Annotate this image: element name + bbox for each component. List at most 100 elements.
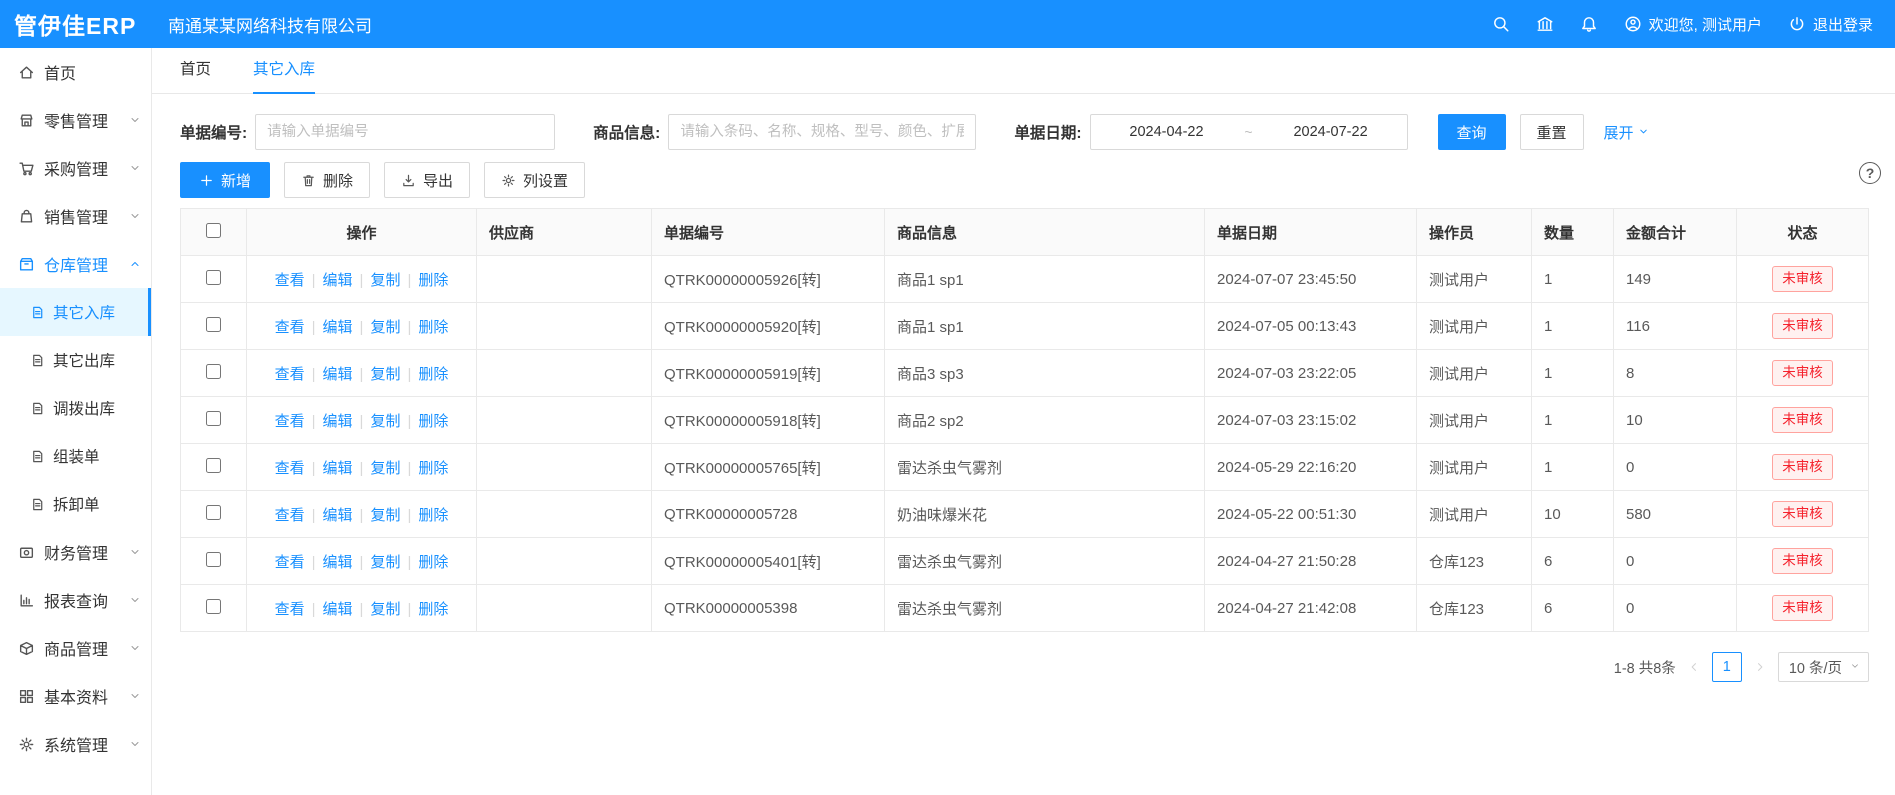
row-checkbox[interactable] (206, 552, 221, 567)
current-page-button[interactable]: 1 (1712, 652, 1742, 682)
logout-button[interactable]: 退出登录 (1788, 14, 1873, 35)
table-row: 查看|编辑|复制|删除QTRK00000005765[转]雷达杀虫气雾剂2024… (181, 444, 1869, 491)
action-edit-link[interactable]: 编辑 (323, 601, 353, 618)
chevron-down-icon (1638, 124, 1649, 141)
column-header: 单据日期 (1205, 209, 1417, 256)
add-button[interactable]: 新增 (180, 162, 270, 198)
sidebar-subitem-transfer-out[interactable]: 调拨出库 (0, 384, 151, 432)
date-range-picker[interactable]: ~ (1090, 114, 1408, 150)
doc-icon (30, 497, 45, 512)
action-delete-link[interactable]: 删除 (418, 319, 448, 336)
cell-status: 未审核 (1737, 444, 1869, 491)
sidebar-item-sales[interactable]: 销售管理 (0, 192, 151, 240)
action-edit-link[interactable]: 编辑 (323, 507, 353, 524)
action-copy-link[interactable]: 复制 (370, 319, 400, 336)
action-delete-link[interactable]: 删除 (418, 413, 448, 430)
action-delete-link[interactable]: 删除 (418, 366, 448, 383)
sidebar-item-retail[interactable]: 零售管理 (0, 96, 151, 144)
doc-icon (30, 305, 45, 320)
export-button[interactable]: 导出 (384, 162, 470, 198)
search-button[interactable]: 查询 (1438, 114, 1506, 150)
action-edit-link[interactable]: 编辑 (323, 272, 353, 289)
sidebar-item-home[interactable]: 首页 (0, 48, 151, 96)
row-checkbox[interactable] (206, 364, 221, 379)
sidebar-item-purchase[interactable]: 采购管理 (0, 144, 151, 192)
action-view-link[interactable]: 查看 (275, 272, 305, 289)
row-select-cell (181, 397, 247, 444)
sidebar-item-report[interactable]: 报表查询 (0, 576, 151, 624)
product-info-input[interactable] (668, 114, 976, 150)
action-view-link[interactable]: 查看 (275, 554, 305, 571)
cell-supplier (477, 491, 652, 538)
sidebar-item-goods[interactable]: 商品管理 (0, 624, 151, 672)
action-copy-link[interactable]: 复制 (370, 413, 400, 430)
bank-button[interactable] (1536, 15, 1554, 33)
action-view-link[interactable]: 查看 (275, 507, 305, 524)
action-view-link[interactable]: 查看 (275, 413, 305, 430)
date-from-input[interactable] (1091, 124, 1243, 140)
action-delete-link[interactable]: 删除 (418, 460, 448, 477)
next-page-button[interactable] (1754, 661, 1766, 673)
search-button[interactable] (1492, 15, 1510, 33)
action-edit-link[interactable]: 编辑 (323, 413, 353, 430)
sidebar-item-warehouse[interactable]: 仓库管理 (0, 240, 151, 288)
row-checkbox[interactable] (206, 599, 221, 614)
sidebar-item-label: 系统管理 (44, 732, 108, 756)
sidebar-item-finance[interactable]: 财务管理 (0, 528, 151, 576)
action-edit-link[interactable]: 编辑 (323, 366, 353, 383)
row-checkbox[interactable] (206, 270, 221, 285)
tab-other-in[interactable]: 其它入库 (253, 48, 315, 94)
bell-button[interactable] (1580, 15, 1598, 33)
row-checkbox[interactable] (206, 505, 221, 520)
sidebar-item-basic[interactable]: 基本资料 (0, 672, 151, 720)
action-copy-link[interactable]: 复制 (370, 366, 400, 383)
row-checkbox[interactable] (206, 458, 221, 473)
report-icon (18, 592, 35, 609)
column-settings-button[interactable]: 列设置 (484, 162, 585, 198)
action-delete-link[interactable]: 删除 (418, 507, 448, 524)
prev-page-button[interactable] (1688, 661, 1700, 673)
action-view-link[interactable]: 查看 (275, 460, 305, 477)
gear-icon (501, 173, 516, 188)
welcome-user[interactable]: 欢迎您, 测试用户 (1624, 14, 1762, 35)
sidebar-subitem-label: 调拨出库 (53, 397, 115, 419)
action-copy-link[interactable]: 复制 (370, 507, 400, 524)
delete-button[interactable]: 删除 (284, 162, 370, 198)
help-icon[interactable]: ? (1859, 162, 1881, 184)
action-delete-link[interactable]: 删除 (418, 554, 448, 571)
action-view-link[interactable]: 查看 (275, 601, 305, 618)
expand-link[interactable]: 展开 (1604, 122, 1649, 143)
sidebar-subitem-assembly[interactable]: 组装单 (0, 432, 151, 480)
action-copy-link[interactable]: 复制 (370, 554, 400, 571)
action-edit-link[interactable]: 编辑 (323, 554, 353, 571)
action-edit-link[interactable]: 编辑 (323, 319, 353, 336)
export-icon (401, 173, 416, 188)
order-no-input[interactable] (255, 114, 555, 150)
cell-amount: 0 (1614, 585, 1737, 632)
row-checkbox[interactable] (206, 317, 221, 332)
action-view-link[interactable]: 查看 (275, 366, 305, 383)
sidebar-subitem-other-in[interactable]: 其它入库 (0, 288, 151, 336)
tab-home[interactable]: 首页 (180, 48, 211, 94)
doc-icon (30, 401, 45, 416)
sidebar-item-system[interactable]: 系统管理 (0, 720, 151, 768)
action-edit-link[interactable]: 编辑 (323, 460, 353, 477)
action-copy-link[interactable]: 复制 (370, 460, 400, 477)
action-copy-link[interactable]: 复制 (370, 272, 400, 289)
column-settings-label: 列设置 (523, 170, 568, 191)
row-checkbox[interactable] (206, 411, 221, 426)
sidebar-subitem-disassembly[interactable]: 拆卸单 (0, 480, 151, 528)
page-size-select[interactable]: 10 条/页 (1778, 652, 1869, 682)
date-label: 单据日期: (1014, 121, 1081, 143)
top-bar: 管伊佳ERP 南通某某网络科技有限公司 欢迎您, 测试用户 退出登录 (0, 0, 1895, 48)
sidebar-subitem-other-out[interactable]: 其它出库 (0, 336, 151, 384)
cell-date: 2024-05-22 00:51:30 (1205, 491, 1417, 538)
action-view-link[interactable]: 查看 (275, 319, 305, 336)
action-delete-link[interactable]: 删除 (418, 601, 448, 618)
reset-button[interactable]: 重置 (1520, 114, 1584, 150)
cell-product: 商品1 sp1 (885, 303, 1205, 350)
action-copy-link[interactable]: 复制 (370, 601, 400, 618)
action-delete-link[interactable]: 删除 (418, 272, 448, 289)
date-to-input[interactable] (1255, 124, 1407, 140)
select-all-checkbox[interactable] (206, 223, 221, 238)
